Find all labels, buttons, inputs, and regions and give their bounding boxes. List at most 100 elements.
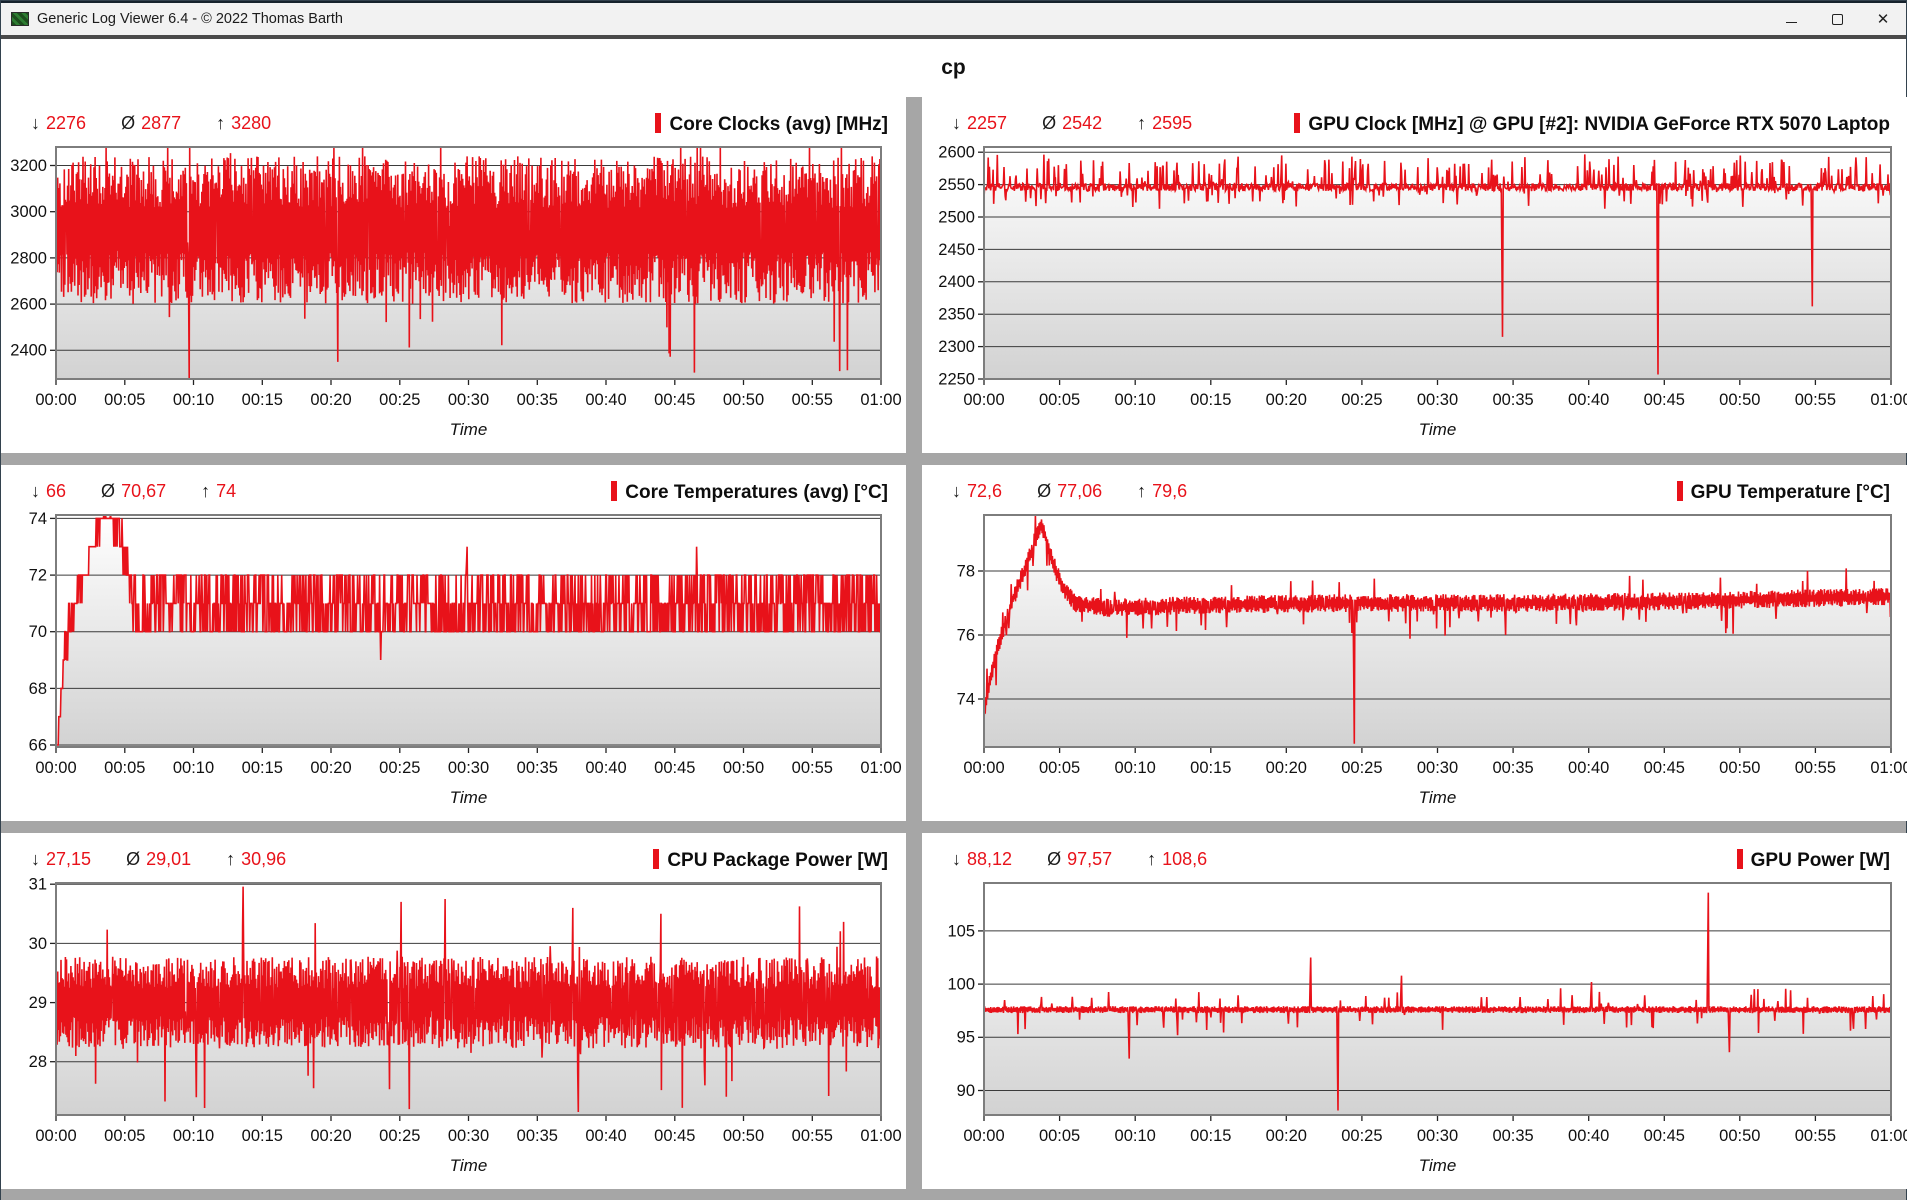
svg-text:00:05: 00:05 bbox=[104, 391, 145, 409]
svg-text:00:30: 00:30 bbox=[1417, 1127, 1458, 1145]
svg-text:00:10: 00:10 bbox=[173, 391, 214, 409]
stat-avg: Ø 77,06 bbox=[1037, 481, 1102, 501]
chart-canvas-core-temps[interactable]: 74 72 70 68 66 00:00 00:05 00:10 00:15 00:20 00:25… bbox=[1, 505, 906, 813]
svg-text:2400: 2400 bbox=[10, 342, 47, 360]
maximize-icon bbox=[1831, 13, 1843, 25]
svg-text:00:20: 00:20 bbox=[1266, 1127, 1307, 1145]
svg-text:00:55: 00:55 bbox=[792, 1127, 833, 1145]
stat-avg: Ø 2542 bbox=[1042, 113, 1102, 133]
svg-text:29: 29 bbox=[29, 994, 47, 1012]
svg-text:00:15: 00:15 bbox=[242, 391, 283, 409]
chart-panel-gpu-clock: ↓ 2257 Ø 2542 ↑ 2595 GPU Clock [MHz] @ GPU … bbox=[922, 97, 1907, 453]
svg-text:00:50: 00:50 bbox=[1719, 1127, 1760, 1145]
svg-text:00:50: 00:50 bbox=[723, 1127, 764, 1145]
svg-text:00:15: 00:15 bbox=[1190, 759, 1231, 777]
svg-text:00:00: 00:00 bbox=[35, 391, 76, 409]
average-icon: Ø bbox=[121, 113, 136, 133]
stat-avg-value: 2542 bbox=[1062, 113, 1103, 133]
svg-text:00:00: 00:00 bbox=[963, 1127, 1004, 1145]
stat-min-value: 2257 bbox=[967, 113, 1008, 133]
series-color-marker bbox=[653, 849, 660, 869]
svg-text:00:05: 00:05 bbox=[1039, 391, 1080, 409]
svg-text:105: 105 bbox=[947, 922, 975, 940]
stat-avg: Ø 2877 bbox=[121, 113, 181, 133]
stat-max: ↑ 108,6 bbox=[1147, 849, 1207, 869]
minimize-button[interactable] bbox=[1768, 3, 1814, 35]
svg-text:00:45: 00:45 bbox=[654, 759, 695, 777]
maximize-button[interactable] bbox=[1814, 3, 1860, 35]
svg-text:01:00: 01:00 bbox=[1870, 391, 1907, 409]
svg-text:00:20: 00:20 bbox=[310, 391, 351, 409]
stat-max-value: 2595 bbox=[1152, 113, 1193, 133]
svg-text:00:10: 00:10 bbox=[1115, 391, 1156, 409]
svg-text:Time: Time bbox=[1419, 420, 1457, 439]
svg-text:Time: Time bbox=[450, 420, 488, 439]
series-color-marker bbox=[655, 113, 662, 133]
svg-text:00:35: 00:35 bbox=[1492, 1127, 1533, 1145]
svg-text:00:40: 00:40 bbox=[585, 391, 626, 409]
chart-header: ↓ 66 Ø 70,67 ↑ 74 Core Temperatures (avg) [… bbox=[1, 465, 906, 503]
svg-text:00:10: 00:10 bbox=[1115, 1127, 1156, 1145]
svg-text:00:35: 00:35 bbox=[1492, 759, 1533, 777]
svg-text:00:25: 00:25 bbox=[1341, 759, 1382, 777]
chart-title: Core Temperatures (avg) [°C] bbox=[611, 481, 888, 504]
window-controls: ✕ bbox=[1768, 3, 1906, 35]
svg-text:00:45: 00:45 bbox=[1644, 1127, 1685, 1145]
stat-max-value: 3280 bbox=[231, 113, 272, 133]
svg-text:3000: 3000 bbox=[10, 203, 47, 221]
stat-avg: Ø 29,01 bbox=[126, 849, 191, 869]
max-arrow-icon: ↑ bbox=[201, 481, 211, 501]
app-window: Generic Log Viewer 6.4 - © 2022 Thomas B… bbox=[0, 0, 1907, 1200]
chart-title-text: GPU Power [W] bbox=[1750, 850, 1890, 871]
svg-text:00:10: 00:10 bbox=[1115, 759, 1156, 777]
series-color-marker bbox=[1676, 481, 1683, 501]
average-icon: Ø bbox=[1042, 113, 1057, 133]
stat-min: ↓ 66 bbox=[31, 481, 66, 501]
svg-text:00:45: 00:45 bbox=[654, 391, 695, 409]
chart-title-text: GPU Clock [MHz] @ GPU [#2]: NVIDIA GeFor… bbox=[1308, 114, 1890, 135]
svg-text:00:00: 00:00 bbox=[35, 1127, 76, 1145]
chart-canvas-gpu-temp[interactable]: 78 76 74 00:00 00:05 00:10 00:15 00:20 00:25 00:3… bbox=[922, 505, 1907, 813]
min-arrow-icon: ↓ bbox=[31, 481, 40, 501]
svg-text:01:00: 01:00 bbox=[860, 759, 901, 777]
svg-text:00:30: 00:30 bbox=[448, 1127, 489, 1145]
stat-avg: Ø 97,57 bbox=[1047, 849, 1112, 869]
minimize-icon bbox=[1785, 21, 1797, 23]
chart-canvas-core-clocks[interactable]: 3200 3000 2800 2600 2400 00:00 00:05 00:10 00:15… bbox=[1, 137, 906, 445]
svg-text:00:50: 00:50 bbox=[1719, 759, 1760, 777]
svg-text:2500: 2500 bbox=[938, 208, 975, 226]
svg-text:00:30: 00:30 bbox=[448, 759, 489, 777]
svg-text:00:10: 00:10 bbox=[173, 1127, 214, 1145]
svg-text:00:40: 00:40 bbox=[1568, 1127, 1609, 1145]
svg-text:00:45: 00:45 bbox=[654, 1127, 695, 1145]
chart-title: GPU Clock [MHz] @ GPU [#2]: NVIDIA GeFor… bbox=[1294, 113, 1890, 136]
max-arrow-icon: ↑ bbox=[226, 849, 236, 869]
svg-text:Time: Time bbox=[1419, 788, 1457, 807]
close-button[interactable]: ✕ bbox=[1860, 3, 1906, 35]
svg-text:95: 95 bbox=[957, 1029, 975, 1047]
svg-text:00:35: 00:35 bbox=[517, 759, 558, 777]
chart-title-text: GPU Temperature [°C] bbox=[1690, 482, 1890, 503]
min-arrow-icon: ↓ bbox=[952, 481, 961, 501]
chart-title: CPU Package Power [W] bbox=[653, 849, 888, 872]
svg-text:00:45: 00:45 bbox=[1644, 391, 1685, 409]
svg-text:Time: Time bbox=[450, 1156, 488, 1175]
svg-text:00:30: 00:30 bbox=[1417, 391, 1458, 409]
max-arrow-icon: ↑ bbox=[1137, 113, 1147, 133]
stat-avg-value: 29,01 bbox=[146, 849, 192, 869]
svg-text:00:30: 00:30 bbox=[1417, 759, 1458, 777]
chart-header: ↓ 2257 Ø 2542 ↑ 2595 GPU Clock [MHz] @ GPU … bbox=[922, 97, 1907, 135]
stat-min: ↓ 72,6 bbox=[952, 481, 1002, 501]
series-color-marker bbox=[611, 481, 618, 501]
svg-text:00:20: 00:20 bbox=[310, 759, 351, 777]
max-arrow-icon: ↑ bbox=[1147, 849, 1157, 869]
svg-text:00:15: 00:15 bbox=[242, 759, 283, 777]
svg-text:3200: 3200 bbox=[10, 157, 47, 175]
chart-canvas-gpu-clock[interactable]: 2600 2550 2500 2450 2400 2350 2300 2250 00:00 00:… bbox=[922, 137, 1907, 445]
chart-canvas-gpu-power[interactable]: 105 100 95 90 00:00 00:05 00:10 00:15 00:20 00:25… bbox=[922, 873, 1907, 1181]
window-title: Generic Log Viewer 6.4 - © 2022 Thomas B… bbox=[37, 11, 343, 27]
chart-canvas-cpu-power[interactable]: 31 30 29 28 00:00 00:05 00:10 00:15 00:20 00:25 00… bbox=[1, 873, 906, 1181]
svg-text:2800: 2800 bbox=[10, 249, 47, 267]
svg-text:00:45: 00:45 bbox=[1644, 759, 1685, 777]
average-icon: Ø bbox=[1047, 849, 1062, 869]
